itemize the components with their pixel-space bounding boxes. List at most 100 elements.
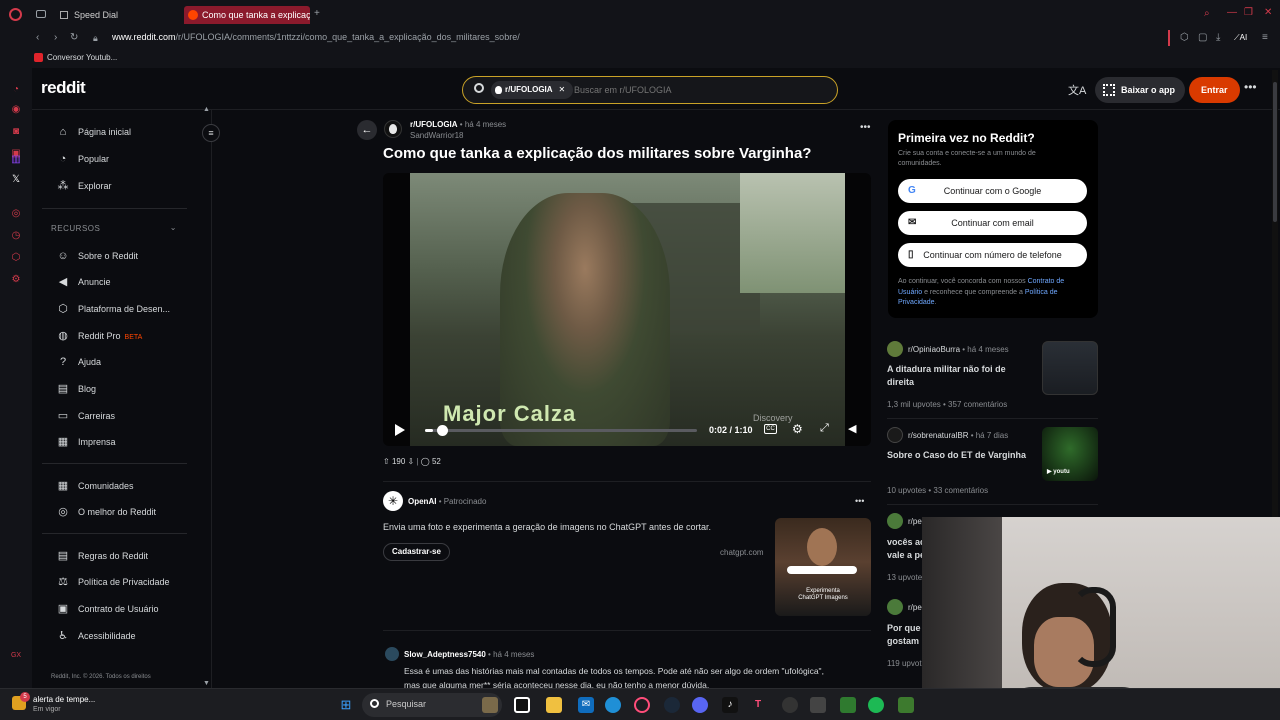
messenger-icon[interactable]: ◉ (10, 104, 22, 116)
minecraft-icon[interactable] (898, 697, 914, 713)
collapse-nav-icon[interactable]: ≡ (202, 124, 220, 142)
maximize-icon[interactable]: ❐ (1244, 7, 1253, 19)
nav-home[interactable]: ⌂ Página inicial (50, 123, 190, 141)
nav-blog[interactable]: ▤ Blog (50, 380, 190, 398)
gx-icon[interactable]: GX (10, 650, 22, 662)
post-author[interactable]: SandWarrior18 (410, 131, 464, 140)
related-subreddit-icon[interactable] (887, 341, 903, 357)
resources-heading[interactable]: RECURSOS ⌄ (51, 223, 177, 233)
url-field[interactable]: www.reddit.com/r/UFOLOGIA/comments/1nttz… (112, 32, 520, 42)
task-view-icon[interactable] (514, 697, 530, 713)
app-icon-2[interactable] (810, 697, 826, 713)
related-subreddit[interactable]: r/pe (908, 603, 922, 612)
nav-advertise[interactable]: ◀ Anuncie (50, 273, 190, 291)
browser-menu-icon[interactable]: ≡ (1262, 32, 1268, 44)
extensions-icon[interactable]: ⬡ (1180, 32, 1189, 44)
scroll-down-icon[interactable]: ▼ (203, 680, 210, 687)
scroll-up-icon[interactable]: ▲ (203, 106, 210, 113)
obs-icon[interactable] (782, 697, 798, 713)
edge-icon[interactable] (605, 697, 621, 713)
related-subreddit-icon[interactable] (887, 427, 903, 443)
more-options-icon[interactable]: ••• (1244, 80, 1257, 94)
fullscreen-icon[interactable]: ⤢ (820, 422, 829, 435)
continue-phone-button[interactable]: ▯ Continuar com número de telefone (898, 243, 1087, 267)
taskbar-search[interactable]: Pesquisar (362, 693, 502, 717)
nav-privacy[interactable]: ⚖ Política de Privacidade (50, 573, 190, 591)
post-subreddit[interactable]: r/UFOLOGIA (410, 120, 458, 129)
discord-icon[interactable] (692, 697, 708, 713)
steam-icon[interactable] (664, 697, 680, 713)
aria-sidebar-icon[interactable]: ◔ (10, 84, 22, 96)
ad-domain[interactable]: chatgpt.com (720, 548, 764, 557)
download-app-button[interactable]: Baixar o app (1095, 77, 1186, 103)
related-title[interactable]: A ditadura militar não foi de direita (887, 363, 1032, 389)
ad-thumbnail[interactable]: Experimenta ChatGPT Imagens (775, 518, 871, 616)
advertiser-avatar[interactable]: ✳ (383, 491, 403, 511)
post-options-icon[interactable]: ••• (860, 122, 871, 133)
outlook-icon[interactable]: ✉ (578, 697, 594, 713)
minimize-icon[interactable]: — (1227, 7, 1237, 19)
related-subreddit-icon[interactable] (887, 599, 903, 615)
nav-rules[interactable]: ▤ Regras do Reddit (50, 547, 190, 565)
app-icon-1[interactable] (482, 697, 498, 713)
login-button[interactable]: Entrar (1189, 77, 1240, 103)
comment-icon[interactable]: ◯ (421, 457, 430, 466)
subreddit-avatar[interactable] (384, 120, 402, 138)
nav-developer-platform[interactable]: ⬡ Plataforma de Desen... (50, 300, 190, 318)
related-thumbnail[interactable] (1042, 341, 1098, 395)
scrollbar-thumb[interactable] (1273, 82, 1277, 222)
search-box[interactable]: r/UFOLOGIA ✕ (462, 76, 838, 104)
download-icon[interactable]: ⤓ (1216, 32, 1220, 44)
weather-widget[interactable]: 5 alerta de tempe... Em vigor (10, 692, 120, 718)
app-icon-3[interactable] (840, 697, 856, 713)
subreddit-chip[interactable]: r/UFOLOGIA ✕ (491, 81, 574, 99)
related-subreddit-icon[interactable] (887, 513, 903, 529)
nav-user-agreement[interactable]: ▣ Contrato de Usuário (50, 600, 190, 618)
continue-google-button[interactable]: G Continuar com o Google (898, 179, 1087, 203)
tab-speed-dial[interactable]: Speed Dial (56, 6, 118, 24)
nav-accessibility[interactable]: ♿︎ Acessibilidade (50, 627, 190, 645)
nav-help[interactable]: ? Ajuda (50, 353, 190, 371)
nav-communities[interactable]: ▦ Comunidades (50, 477, 190, 495)
settings-icon[interactable]: ⚙ (10, 274, 22, 286)
related-thumbnail[interactable]: ▶ youtu (1042, 427, 1098, 481)
history-icon[interactable]: ◷ (10, 230, 22, 242)
video-player[interactable]: Major Calza Discovery 0:02 / 1:10 CC ⚙ ⤢… (383, 173, 871, 446)
related-subreddit[interactable]: r/pe (908, 517, 922, 526)
close-window-icon[interactable]: ✕ (1264, 7, 1272, 19)
snapshot-icon[interactable]: ▢ (1198, 32, 1207, 44)
downvote-icon[interactable]: ⇩ (408, 457, 415, 466)
advertiser-name[interactable]: OpenAI (408, 497, 436, 506)
reddit-logo[interactable]: reddit (41, 78, 86, 98)
nav-best-of-reddit[interactable]: ◎ O melhor do Reddit (50, 503, 190, 521)
tab-reddit-post[interactable]: Como que tanka a explicaç (184, 6, 310, 24)
search-input[interactable] (574, 83, 824, 97)
opera-gx-icon[interactable] (634, 697, 650, 713)
twitch-icon[interactable]: ▥ (10, 154, 22, 166)
ad-cta-button[interactable]: Cadastrar-se (383, 543, 450, 561)
nav-explore[interactable]: ⁂ Explorar (50, 177, 190, 195)
seek-bar[interactable] (425, 425, 697, 436)
extensions-sidebar-icon[interactable]: ⬡ (10, 252, 22, 264)
whatsapp-icon[interactable]: ◙ (10, 126, 22, 138)
translate-icon[interactable]: 文A (1068, 82, 1086, 98)
settings-gear-icon[interactable]: ⚙ (792, 422, 803, 436)
workspaces-icon[interactable] (36, 10, 46, 18)
continue-email-button[interactable]: ✉ Continuar com email (898, 211, 1087, 235)
back-button[interactable]: ← (357, 120, 377, 140)
tiktok-icon[interactable]: ♪ (722, 697, 738, 713)
x-twitter-icon[interactable]: 𝕏 (10, 174, 22, 186)
upvote-icon[interactable]: ⇧ (383, 457, 390, 466)
reload-icon[interactable]: ↻ (70, 32, 78, 44)
commenter-avatar[interactable] (385, 647, 399, 661)
play-icon[interactable] (395, 424, 405, 436)
file-explorer-icon[interactable] (546, 697, 562, 713)
seek-thumb[interactable] (437, 425, 449, 436)
nav-careers[interactable]: ▭ Carreiras (50, 407, 190, 425)
related-subreddit[interactable]: r/OpiniaoBurra (908, 345, 960, 354)
windows-start-icon[interactable]: ⊞ (338, 697, 354, 713)
nav-press[interactable]: ▦ Imprensa (50, 433, 190, 451)
related-title[interactable]: Sobre o Caso do ET de Varginha (887, 449, 1032, 462)
related-subreddit[interactable]: r/sobrenaturalBR (908, 431, 968, 440)
chip-close-icon[interactable]: ✕ (559, 85, 566, 94)
